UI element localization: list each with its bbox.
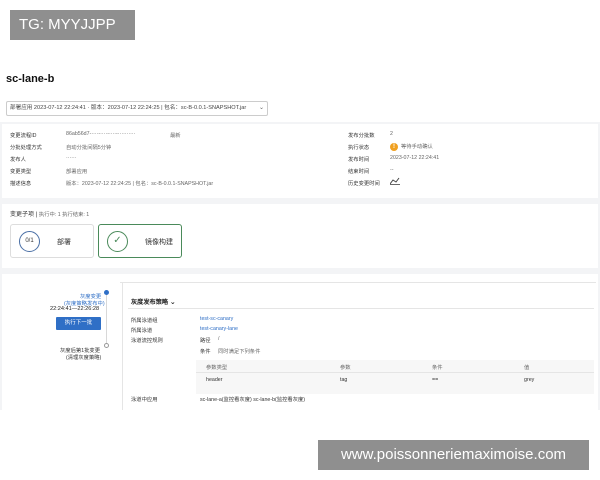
chevron-down-icon: ⌄ [169,299,176,306]
route-label: 路径 [200,338,211,344]
divider [128,308,594,309]
subtask-label: 部署 [57,239,71,246]
info-key: 分批处理方式 [10,145,42,151]
app-screenshot: sc-lane-b 部署应用 2023-07-12 22:24:41 · 版本：… [0,70,600,410]
divider [196,372,594,373]
warning-icon: ! [390,142,398,151]
deploy-select[interactable]: 部署应用 2023-07-12 22:24:41 · 版本：2023-07-12… [6,101,268,116]
lane-group-link[interactable]: test-sc-canary [200,316,233,322]
status-value: ! 等待手动确认 [390,142,433,151]
table-cell: == [432,377,439,383]
info-value: 部署应用 [66,169,88,175]
lane-link[interactable]: test-canary-lane [200,326,238,332]
info-key: 发布人 [10,157,26,163]
subtask-card-deploy[interactable]: 0/1 部署 [10,224,94,258]
info-value: 86ab56d7-····-····-····-·········· [66,131,136,137]
table-cell: grey [524,377,535,383]
policy-key: 所属泳道组 [131,318,158,324]
table-header: 条件 [432,365,443,371]
divider [120,282,596,283]
info-value: 版本：2023-07-12 22:24:25 | 包名：sc-B-0.0.1-S… [66,181,214,187]
policy-key: 所属泳道 [131,328,153,334]
info-key: 变更类型 [10,169,32,175]
watermark: www.poissonneriemaximoise.com [318,440,589,470]
info-value: ······ [66,155,77,161]
execute-next-batch-button[interactable]: 执行下一批 [56,317,101,330]
table-header: 参数类型 [206,365,228,371]
timeline-dot-active [104,290,109,295]
table-header: 参数 [340,365,351,371]
step1-time: 22:24:41—22:26:28 [50,306,100,312]
table-cell: tag [340,377,348,383]
timeline-line [106,292,107,348]
trend-chart-icon[interactable] [390,177,400,185]
step2-subtitle: (清理灰度策略) [66,355,102,361]
info-key: 执行状态 [348,145,370,151]
check-icon: ✓ [107,231,128,252]
policy-key: 泳道流控规则 [131,338,163,344]
table-cell: header [206,377,223,383]
status-text: 等待手动确认 [401,144,433,150]
route-value: / [218,336,220,342]
latest-badge: 最新 [170,133,181,139]
info-key: 发布分批数 [348,133,375,139]
info-value: 2023-07-12 22:24:41 [390,155,440,161]
info-key: 历史变更时间 [348,181,380,187]
lane-apps-value: sc-lane-a(监控看灰度) sc-lane-b(监控看灰度) [200,397,306,403]
info-value: 自动分批间隔5分钟 [66,145,112,151]
deploy-select-value: 部署应用 2023-07-12 22:24:41 · 版本：2023-07-12… [10,105,247,111]
subtasks-heading: 变更子项 | 执行中: 1 执行结束: 1 [10,212,90,218]
subtask-label: 镜像构建 [145,239,173,246]
progress-ring: 0/1 [19,231,40,252]
info-key: 发布时间 [348,157,370,163]
info-value: -- [390,167,394,173]
condition-label: 条件 [200,349,211,355]
info-key: 描述信息 [10,181,32,187]
info-value: 2 [390,131,393,137]
subtask-card-image-build[interactable]: ✓ 镜像构建 [98,224,182,258]
info-key: 结束时间 [348,169,370,175]
condition-value: 同时满足下列条件 [218,349,261,355]
page-title: sc-lane-b [6,73,55,85]
policy-header[interactable]: 灰度发布策略 ⌄ [131,297,176,306]
chevron-down-icon: ⌄ [258,105,264,111]
overlay-tag: TG: MYYJJPP [10,10,135,40]
lane-apps-label: 泳道中应用 [131,397,158,403]
vertical-divider [122,282,123,410]
info-key: 变更流程ID [10,133,37,139]
timeline-dot-pending [104,343,109,348]
table-header: 值 [524,365,530,371]
